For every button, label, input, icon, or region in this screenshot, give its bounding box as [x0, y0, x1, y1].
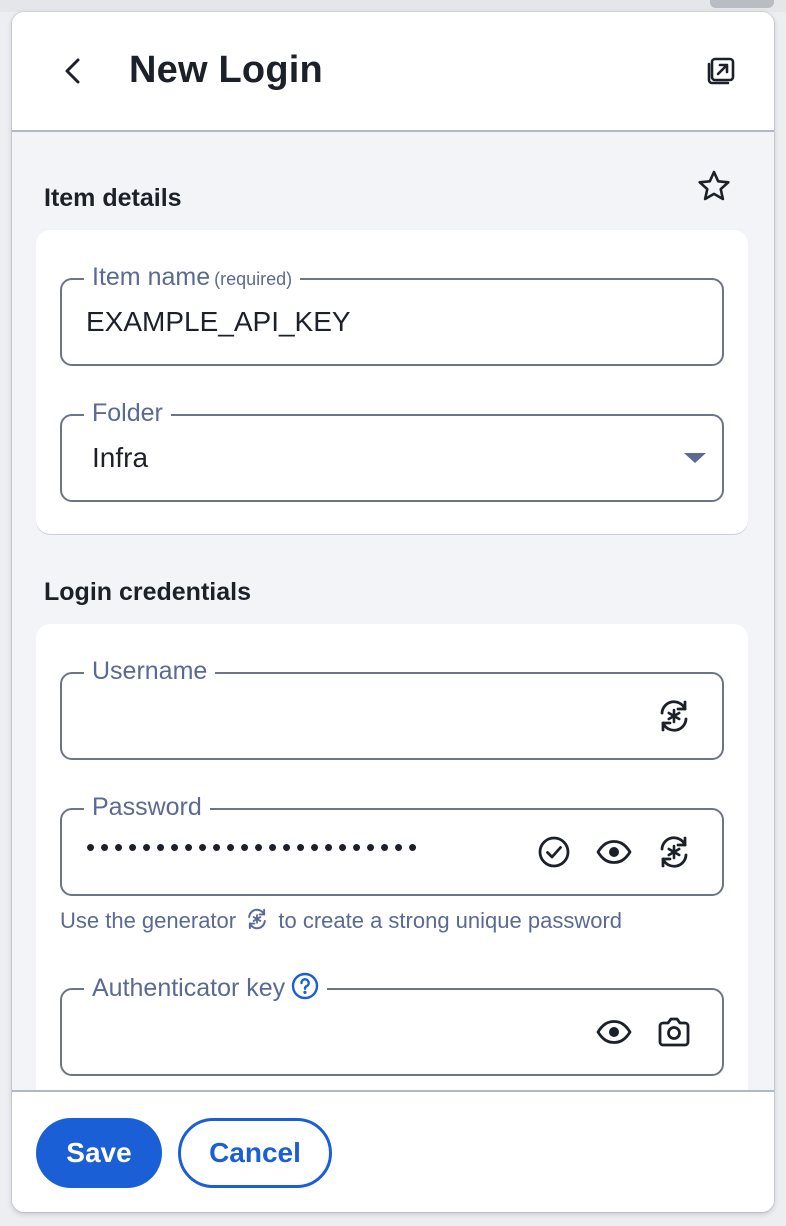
back-button[interactable]	[56, 54, 90, 88]
section-title-item-details: Item details	[44, 184, 182, 212]
generate-icon	[660, 700, 688, 732]
extension-popup: New Login Item details Item name (require…	[12, 12, 774, 1212]
dropdown-arrow-icon[interactable]	[684, 453, 706, 463]
username-label: Username	[84, 656, 216, 686]
authenticator-key-label: Authenticator key	[84, 972, 328, 1007]
scan-qr-button[interactable]	[654, 1012, 694, 1052]
folder-select[interactable]: Folder Infra	[60, 398, 724, 502]
authenticator-key-field[interactable]: Authenticator key	[60, 972, 724, 1076]
password-strength-check	[534, 832, 574, 872]
item-name-field[interactable]: Item name (required) EXAMPLE_API_KEY	[60, 262, 724, 366]
popup-content: Item details Item name (required) EXAMPLE…	[12, 134, 774, 1090]
cancel-button[interactable]: Cancel	[178, 1118, 332, 1188]
popout-button[interactable]	[704, 54, 738, 88]
browser-background-strip	[0, 0, 786, 12]
generate-icon	[660, 836, 688, 868]
folder-label: Folder	[84, 398, 171, 428]
generate-icon	[248, 908, 267, 930]
folder-selected-value: Infra	[92, 442, 149, 473]
star-outline-icon	[698, 170, 730, 201]
favorite-button[interactable]	[696, 168, 732, 204]
item-name-value[interactable]: EXAMPLE_API_KEY	[86, 306, 351, 338]
toggle-authenticator-visibility-button[interactable]	[594, 1012, 634, 1052]
save-button[interactable]: Save	[36, 1118, 162, 1188]
question-circle-icon[interactable]	[291, 972, 319, 1007]
authenticator-key-label-text: Authenticator key	[92, 974, 286, 1002]
item-details-card: Item name (required) EXAMPLE_API_KEY Fold…	[36, 230, 748, 534]
login-credentials-card: Username Password ••••••••••••••••••••••…	[36, 624, 748, 1090]
page-title: New Login	[129, 49, 323, 91]
toggle-password-visibility-button[interactable]	[594, 832, 634, 872]
popout-window-icon	[707, 57, 735, 85]
password-masked-value[interactable]: ••••••••••••••••••••••••	[86, 832, 526, 863]
password-label: Password	[84, 792, 210, 822]
item-name-label: Item name (required)	[84, 262, 301, 294]
helper-suffix: to create a strong unique password	[278, 908, 623, 933]
item-name-label-text: Item name	[92, 263, 211, 291]
browser-scroll-thumb	[710, 0, 774, 8]
required-hint: (required)	[214, 269, 293, 289]
eye-icon	[596, 840, 632, 864]
generate-username-button[interactable]	[654, 696, 694, 736]
eye-icon	[596, 1020, 632, 1044]
check-circle-icon	[538, 836, 570, 868]
generate-password-button[interactable]	[654, 832, 694, 872]
popup-footer: Save Cancel	[12, 1090, 774, 1212]
chevron-left-icon	[65, 58, 80, 84]
password-field[interactable]: Password ••••••••••••••••••••••••	[60, 792, 724, 896]
camera-icon	[658, 1017, 690, 1047]
password-helper-text: Use the generator to create a strong uni…	[60, 906, 622, 934]
username-field[interactable]: Username	[60, 656, 724, 760]
popup-header: New Login	[12, 12, 774, 132]
helper-prefix: Use the generator	[60, 908, 237, 933]
section-title-login-credentials: Login credentials	[44, 578, 251, 606]
